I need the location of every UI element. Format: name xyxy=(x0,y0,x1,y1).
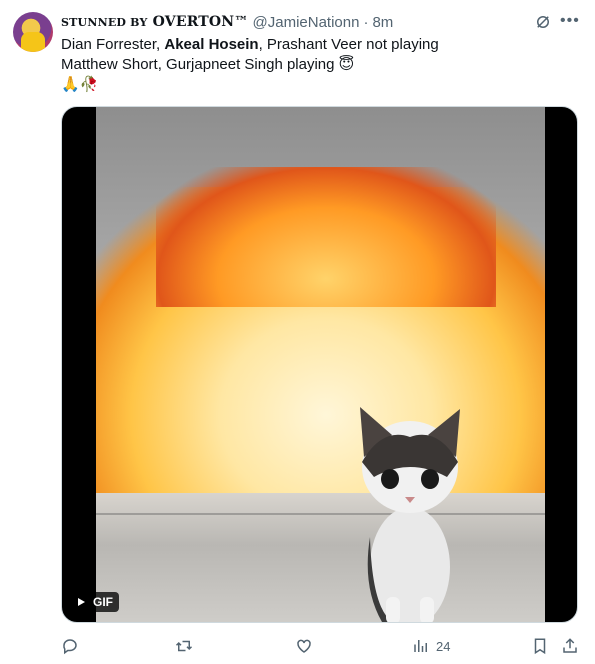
tweet-line-3: 🙏🥀 xyxy=(61,76,99,93)
cat-image xyxy=(360,407,460,622)
share-icon xyxy=(563,638,577,653)
tweet-mention-bold: Akeal Hosein xyxy=(164,36,259,53)
gif-label: GIF xyxy=(93,595,113,609)
reply-button[interactable] xyxy=(61,636,79,656)
tweet-header: STUNNED BY OVERTON™ @JamieNationn · 8m xyxy=(61,12,393,32)
separator-dot: · xyxy=(363,13,369,31)
more-icon[interactable]: ••• xyxy=(560,13,582,31)
tweet-text: Dian Forrester, Akeal Hosein, Prashant V… xyxy=(61,35,581,95)
timestamp[interactable]: 8m xyxy=(372,14,393,31)
play-icon[interactable] xyxy=(78,598,85,606)
gif-frame xyxy=(96,107,545,622)
bookmark-icon xyxy=(534,638,546,655)
tweet-line-2: Matthew Short, Gurjapneet Singh playing … xyxy=(61,55,581,75)
reply-icon xyxy=(63,639,77,655)
ground xyxy=(96,493,545,622)
grok-icon[interactable] xyxy=(534,13,552,31)
display-name[interactable]: STUNNED BY OVERTON™ xyxy=(61,14,249,30)
share-button[interactable] xyxy=(561,636,579,656)
like-button[interactable] xyxy=(295,636,313,656)
gif-media[interactable] xyxy=(61,106,578,623)
emoji-smile: 😇 xyxy=(338,56,355,73)
views-icon xyxy=(414,640,427,652)
retweet-button[interactable] xyxy=(175,636,193,656)
views-button[interactable]: 24 xyxy=(412,636,450,656)
gif-badge[interactable]: GIF xyxy=(72,592,119,612)
views-count: 24 xyxy=(436,638,451,654)
tweet-line-1: Dian Forrester, Akeal Hosein, Prashant V… xyxy=(61,35,581,55)
avatar[interactable] xyxy=(13,12,53,52)
explosion-top xyxy=(156,167,496,307)
tweet-line-1-part1: Dian Forrester, xyxy=(61,36,165,53)
tweet-line-2-text: Matthew Short, Gurjapneet Singh playing xyxy=(61,56,335,73)
display-name-main: OVERTON™ xyxy=(152,14,249,30)
handle[interactable]: @JamieNationn xyxy=(253,14,360,31)
bookmark-button[interactable] xyxy=(531,636,549,656)
like-icon xyxy=(297,639,311,653)
display-name-prefix: STUNNED BY xyxy=(61,16,148,29)
retweet-icon xyxy=(175,640,193,652)
tweet-line-1-part2: , Prashant Veer not playing xyxy=(258,36,439,53)
action-bar: 24 xyxy=(61,636,581,656)
